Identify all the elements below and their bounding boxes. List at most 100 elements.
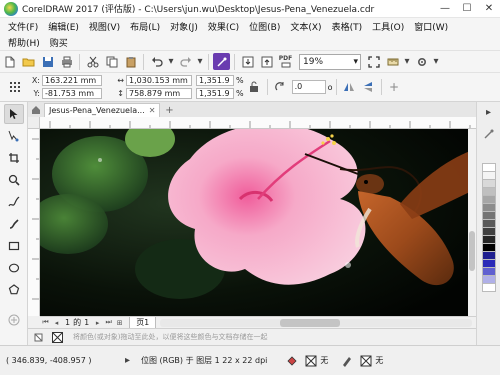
- document-tab-bar: Jesus-Pena_Venezuela... ✕ +: [28, 102, 482, 117]
- redo-button[interactable]: [177, 53, 194, 70]
- palette-options-icon[interactable]: [30, 329, 47, 346]
- scale-y-field[interactable]: 1,351.9: [196, 88, 234, 99]
- menu-edit[interactable]: 编辑(E): [44, 20, 85, 33]
- panel-tool-icon[interactable]: [480, 125, 497, 142]
- paste-button[interactable]: [122, 53, 139, 70]
- menu-row-1: 文件(F) 编辑(E) 视图(V) 布局(L) 对象(J) 效果(C) 位图(B…: [0, 18, 500, 34]
- horizontal-scrollbar[interactable]: [160, 318, 472, 327]
- menu-file[interactable]: 文件(F): [4, 20, 44, 33]
- crop-tool[interactable]: [4, 148, 24, 168]
- freehand-tool[interactable]: [4, 192, 24, 212]
- full-screen-button[interactable]: [365, 53, 382, 70]
- color-swatch[interactable]: [481, 283, 496, 292]
- ellipse-icon: [8, 263, 19, 273]
- new-document-button[interactable]: [1, 53, 18, 70]
- x-label: X:: [31, 76, 40, 85]
- export-icon: [261, 56, 272, 67]
- publish-pdf-button[interactable]: PDF: [277, 53, 294, 70]
- menu-view[interactable]: 视图(V): [85, 20, 126, 33]
- close-tab-icon[interactable]: ✕: [149, 106, 156, 115]
- maximize-button[interactable]: ☐: [456, 0, 478, 18]
- vertical-scrollbar-thumb[interactable]: [469, 231, 475, 271]
- outline-pen-icon[interactable]: [338, 352, 355, 369]
- shape-tool[interactable]: [4, 126, 24, 146]
- import-button[interactable]: [239, 53, 256, 70]
- snap-to-dropdown[interactable]: ▾: [403, 53, 411, 70]
- copy-icon: [106, 56, 117, 67]
- menu-object[interactable]: 对象(J): [166, 20, 204, 33]
- settings-button[interactable]: [413, 53, 430, 70]
- cut-button[interactable]: [84, 53, 101, 70]
- previous-page-button[interactable]: ◂: [51, 318, 62, 328]
- lock-ratio-button[interactable]: [246, 79, 263, 96]
- toolbar-separator: [79, 53, 80, 70]
- menu-bitmaps[interactable]: 位图(B): [245, 20, 286, 33]
- zoom-tool[interactable]: [4, 170, 24, 190]
- new-tab-button[interactable]: +: [162, 103, 176, 117]
- first-page-button[interactable]: ⏮: [40, 318, 51, 328]
- ellipse-tool[interactable]: [4, 258, 24, 278]
- close-button[interactable]: ✕: [478, 0, 500, 18]
- artistic-media-tool[interactable]: [4, 214, 24, 234]
- width-field[interactable]: 1,030.153 mm: [126, 75, 192, 86]
- menu-tools[interactable]: 工具(O): [368, 20, 410, 33]
- fill-none-icon[interactable]: [302, 352, 319, 369]
- menu-text[interactable]: 文本(X): [286, 20, 327, 33]
- document-tab[interactable]: Jesus-Pena_Venezuela... ✕: [44, 103, 161, 117]
- horizontal-scrollbar-thumb[interactable]: [280, 318, 341, 327]
- menu-layout[interactable]: 布局(L): [126, 20, 166, 33]
- menu-table[interactable]: 表格(T): [328, 20, 369, 33]
- pick-tool[interactable]: [3, 104, 24, 124]
- copy-button[interactable]: [103, 53, 120, 70]
- minimize-button[interactable]: —: [434, 0, 456, 18]
- vertical-ruler[interactable]: [28, 129, 40, 316]
- page-tab[interactable]: 页1: [129, 316, 157, 329]
- scale-x-field[interactable]: 1,351.9: [196, 75, 234, 86]
- y-position-field[interactable]: -81.753 mm: [42, 88, 102, 99]
- search-content-button[interactable]: [213, 53, 230, 70]
- menu-help[interactable]: 帮助(H): [4, 36, 46, 49]
- add-page-button[interactable]: ⊞: [114, 318, 125, 328]
- y-label: Y:: [33, 89, 40, 98]
- rulers-toggle-button[interactable]: [384, 53, 401, 70]
- add-button[interactable]: +: [386, 79, 403, 96]
- undo-button[interactable]: [148, 53, 165, 70]
- open-button[interactable]: [20, 53, 37, 70]
- home-icon[interactable]: [28, 103, 44, 117]
- ruler-origin[interactable]: [28, 117, 40, 129]
- vertical-scrollbar[interactable]: [468, 129, 476, 316]
- horizontal-ruler[interactable]: [40, 117, 476, 129]
- last-page-button[interactable]: ⏭: [103, 318, 114, 328]
- export-button[interactable]: [258, 53, 275, 70]
- rectangle-tool[interactable]: [4, 236, 24, 256]
- height-field[interactable]: 758.879 mm: [126, 88, 192, 99]
- plus-circle-icon: [8, 314, 19, 326]
- next-page-button[interactable]: ▸: [92, 318, 103, 328]
- page-of-label: 的: [73, 318, 82, 327]
- no-color-swatch[interactable]: [49, 329, 66, 346]
- launcher-dropdown[interactable]: ▾: [432, 53, 440, 70]
- outline-none-icon[interactable]: [357, 352, 374, 369]
- pointer-arrow-icon: [9, 109, 17, 119]
- menu-effects[interactable]: 效果(C): [204, 20, 245, 33]
- mirror-horizontal-button[interactable]: [341, 79, 358, 96]
- drawing-canvas[interactable]: [40, 129, 476, 316]
- menu-buy[interactable]: 购买: [46, 36, 74, 49]
- undo-icon: [151, 56, 163, 67]
- redo-dropdown[interactable]: ▾: [196, 53, 204, 70]
- menu-window[interactable]: 窗口(W): [410, 20, 454, 33]
- x-position-field[interactable]: 163.221 mm: [42, 75, 102, 86]
- palette-menu-button[interactable]: ▸: [480, 104, 497, 121]
- zoom-level-dropdown[interactable]: 19% ▾: [299, 53, 361, 70]
- mirror-vertical-button[interactable]: [360, 79, 377, 96]
- fill-bucket-icon[interactable]: [283, 352, 300, 369]
- save-button[interactable]: [39, 53, 56, 70]
- add-tool-button[interactable]: [4, 310, 24, 330]
- print-button[interactable]: [58, 53, 75, 70]
- rotation-angle-field[interactable]: .0: [291, 80, 326, 94]
- object-origin-button[interactable]: [6, 79, 23, 96]
- mirror-vertical-icon: [364, 82, 373, 92]
- undo-dropdown[interactable]: ▾: [167, 53, 175, 70]
- scale-y-unit: %: [236, 89, 244, 98]
- polygon-tool[interactable]: [4, 280, 24, 300]
